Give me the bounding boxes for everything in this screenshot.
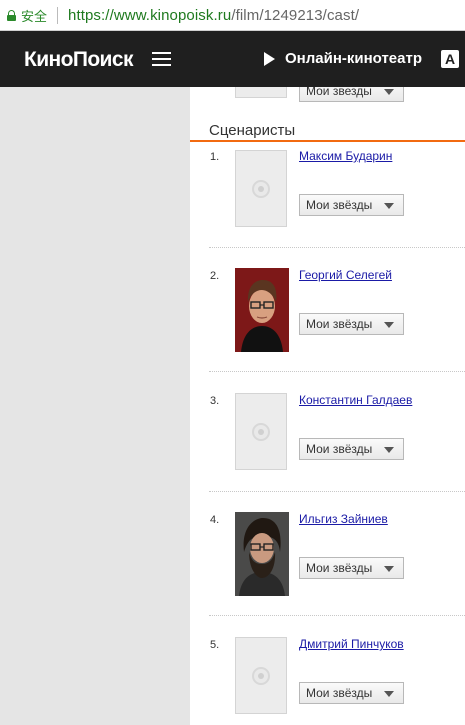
my-stars-dropdown[interactable]: Мои звёзды — [299, 438, 404, 460]
list-item: 1. Максим Бударин Мои звёзды — [190, 149, 465, 271]
online-cinema-label: Онлайн-кинотеатр — [285, 50, 422, 67]
url-host: https://www.kinopoisk.ru — [68, 6, 232, 24]
chevron-down-icon — [384, 89, 394, 95]
my-stars-dropdown[interactable]: Мои звёзды — [299, 194, 404, 216]
my-stars-label: Мои звёзды — [306, 317, 373, 331]
play-icon — [264, 51, 275, 66]
list-item: 4. Ильгиз Зайниев Мои звёзды — [190, 512, 465, 634]
my-stars-dropdown[interactable]: Мои звёзды — [299, 682, 404, 704]
photo-placeholder — [235, 87, 287, 98]
person-photo[interactable] — [235, 268, 289, 352]
film-reel-icon — [252, 179, 270, 198]
person-photo[interactable] — [235, 512, 289, 596]
row-divider — [209, 371, 465, 372]
chevron-down-icon — [384, 566, 394, 572]
person-name-link[interactable]: Константин Галдаев — [299, 393, 412, 407]
site-header: КиноПоиск Онлайн-кинотеатр A — [0, 31, 465, 87]
my-stars-label: Мои звёзды — [306, 198, 373, 212]
my-stars-label: Мои звёзды — [306, 561, 373, 575]
item-number: 2. — [210, 270, 220, 282]
online-cinema-link[interactable]: Онлайн-кинотеатр — [264, 50, 422, 67]
list-item: 5. Дмитрий Пинчуков Мои звёзды — [190, 637, 465, 725]
photo-placeholder — [235, 637, 287, 714]
address-divider — [57, 6, 59, 24]
a-badge-icon[interactable]: A — [441, 50, 459, 68]
chevron-down-icon — [384, 447, 394, 453]
item-number: 1. — [210, 151, 220, 163]
menu-icon[interactable] — [152, 52, 171, 67]
my-stars-dropdown[interactable]: Мои звезды — [299, 87, 404, 102]
row-divider — [209, 247, 465, 248]
person-name-link[interactable]: Ильгиз Зайниев — [299, 512, 388, 526]
my-stars-label: Мои звезды — [306, 87, 372, 98]
section-underline — [190, 140, 465, 142]
item-number: 3. — [210, 395, 220, 407]
my-stars-label: Мои звёзды — [306, 686, 373, 700]
secure-label: 安全 — [21, 8, 48, 24]
my-stars-label: Мои звёзды — [306, 442, 373, 456]
my-stars-dropdown[interactable]: Мои звёзды — [299, 313, 404, 335]
row-divider — [209, 491, 465, 492]
item-number: 4. — [210, 514, 220, 526]
photo-placeholder — [235, 393, 287, 470]
photo-placeholder — [235, 150, 287, 227]
person-name-link[interactable]: Дмитрий Пинчуков — [299, 637, 404, 651]
site-logo[interactable]: КиноПоиск — [24, 48, 133, 72]
section-title: Сценаристы — [209, 122, 296, 139]
chevron-down-icon — [384, 203, 394, 209]
my-stars-dropdown[interactable]: Мои звёзды — [299, 557, 404, 579]
film-reel-icon — [252, 666, 270, 685]
address-bar[interactable]: 安全 https://www.kinopoisk.ru/film/1249213… — [0, 0, 465, 31]
person-name-link[interactable]: Георгий Селегей — [299, 268, 392, 282]
film-reel-icon — [252, 422, 270, 441]
url-path: /film/1249213/cast/ — [231, 6, 360, 24]
chevron-down-icon — [384, 691, 394, 697]
row-divider — [209, 615, 465, 616]
url-text[interactable]: https://www.kinopoisk.ru/film/1249213/ca… — [68, 7, 359, 24]
cast-panel: Мои звезды Сценаристы 1. Максим Бударин … — [190, 87, 465, 725]
chevron-down-icon — [384, 322, 394, 328]
lock-icon — [7, 9, 16, 21]
list-item: 3. Константин Галдаев Мои звёзды — [190, 393, 465, 515]
item-number: 5. — [210, 639, 220, 651]
list-item: 2. Георгий Селегей Мои звёзды — [190, 268, 465, 390]
person-name-link[interactable]: Максим Бударин — [299, 149, 392, 163]
